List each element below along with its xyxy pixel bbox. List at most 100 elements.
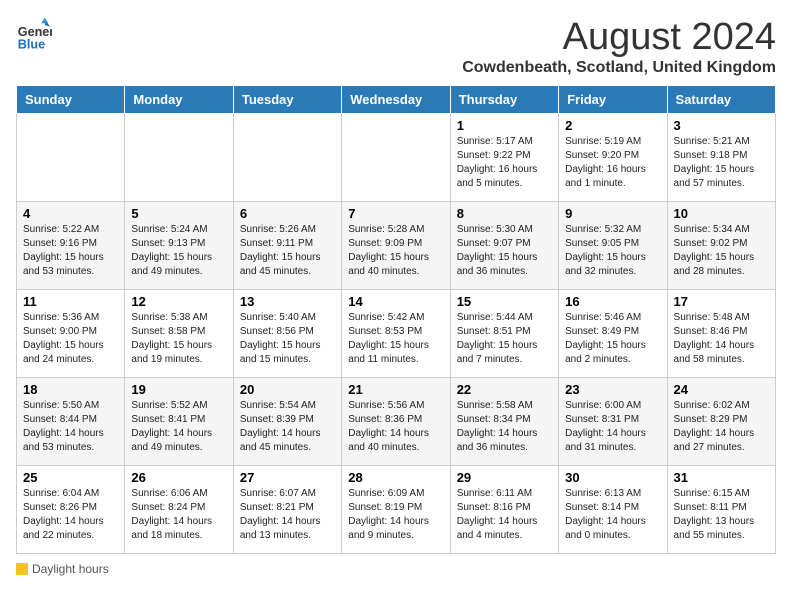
calendar-title: August 2024 bbox=[462, 16, 776, 59]
weekday-header-sunday: Sunday bbox=[17, 86, 125, 114]
calendar-cell: 10Sunrise: 5:34 AM Sunset: 9:02 PM Dayli… bbox=[667, 202, 775, 290]
logo: General Blue bbox=[16, 16, 52, 52]
day-number: 18 bbox=[23, 382, 118, 397]
calendar-cell: 24 Sunrise: 6:02 AM Sunset: 8:29 PM Dayli… bbox=[667, 378, 775, 466]
calendar-cell: 9 Sunrise: 5:32 AM Sunset: 9:05 PM Daylig… bbox=[559, 202, 667, 290]
calendar-cell bbox=[125, 114, 233, 202]
day-number: 8 bbox=[457, 206, 552, 221]
calendar-cell: 25 Sunrise: 6:04 AM Sunset: 8:26 PM Dayli… bbox=[17, 466, 125, 554]
day-number: 20 bbox=[240, 382, 335, 397]
calendar-cell: 4Sunrise: 5:22 AM Sunset: 9:16 PM Daylig… bbox=[17, 202, 125, 290]
day-number: 30 bbox=[565, 470, 660, 485]
day-number: 15 bbox=[457, 294, 552, 309]
calendar-header: SundayMondayTuesdayWednesdayThursdayFrid… bbox=[17, 86, 776, 114]
calendar-cell: 18 Sunrise: 5:50 AM Sunset: 8:44 PM Dayli… bbox=[17, 378, 125, 466]
day-number: 28 bbox=[348, 470, 443, 485]
day-info: Sunrise: 6:11 AM Sunset: 8:16 PM Dayligh… bbox=[457, 487, 552, 543]
legend-label: Daylight hours bbox=[32, 562, 109, 576]
day-number: 27 bbox=[240, 470, 335, 485]
day-info: Sunrise: 5:19 AM Sunset: 9:20 PM Dayligh… bbox=[565, 135, 660, 191]
day-number: 17 bbox=[674, 294, 769, 309]
calendar-cell: 6 Sunrise: 5:26 AM Sunset: 9:11 PM Daylig… bbox=[233, 202, 341, 290]
day-info: Sunrise: 6:04 AM Sunset: 8:26 PM Dayligh… bbox=[23, 487, 118, 543]
weekday-header-friday: Friday bbox=[559, 86, 667, 114]
day-number: 3 bbox=[674, 118, 769, 133]
day-number: 31 bbox=[674, 470, 769, 485]
weekday-header-wednesday: Wednesday bbox=[342, 86, 450, 114]
day-info: Sunrise: 5:36 AM Sunset: 9:00 PM Dayligh… bbox=[23, 311, 118, 367]
calendar-cell: 19 Sunrise: 5:52 AM Sunset: 8:41 PM Dayli… bbox=[125, 378, 233, 466]
day-info: Sunrise: 6:07 AM Sunset: 8:21 PM Dayligh… bbox=[240, 487, 335, 543]
day-number: 5 bbox=[131, 206, 226, 221]
calendar-cell: 1 Sunrise: 5:17 AM Sunset: 9:22 PM Daylig… bbox=[450, 114, 558, 202]
calendar-cell: 23Sunrise: 6:00 AM Sunset: 8:31 PM Dayli… bbox=[559, 378, 667, 466]
calendar-cell: 14Sunrise: 5:42 AM Sunset: 8:53 PM Dayli… bbox=[342, 290, 450, 378]
calendar-cell: 5 Sunrise: 5:24 AM Sunset: 9:13 PM Daylig… bbox=[125, 202, 233, 290]
calendar-cell: 29 Sunrise: 6:11 AM Sunset: 8:16 PM Dayli… bbox=[450, 466, 558, 554]
page-header: General Blue August 2024 Cowdenbeath, Sc… bbox=[16, 16, 776, 77]
day-number: 26 bbox=[131, 470, 226, 485]
calendar-cell: 16Sunrise: 5:46 AM Sunset: 8:49 PM Dayli… bbox=[559, 290, 667, 378]
calendar-week-4: 18 Sunrise: 5:50 AM Sunset: 8:44 PM Dayli… bbox=[17, 378, 776, 466]
day-info: Sunrise: 5:50 AM Sunset: 8:44 PM Dayligh… bbox=[23, 399, 118, 455]
calendar-cell: 15 Sunrise: 5:44 AM Sunset: 8:51 PM Dayli… bbox=[450, 290, 558, 378]
title-area: August 2024 Cowdenbeath, Scotland, Unite… bbox=[462, 16, 776, 77]
day-number: 10 bbox=[674, 206, 769, 221]
day-number: 6 bbox=[240, 206, 335, 221]
day-info: Sunrise: 5:58 AM Sunset: 8:34 PM Dayligh… bbox=[457, 399, 552, 455]
day-info: Sunrise: 5:26 AM Sunset: 9:11 PM Dayligh… bbox=[240, 223, 335, 279]
day-number: 11 bbox=[23, 294, 118, 309]
day-number: 29 bbox=[457, 470, 552, 485]
day-number: 24 bbox=[674, 382, 769, 397]
calendar-cell: 7 Sunrise: 5:28 AM Sunset: 9:09 PM Daylig… bbox=[342, 202, 450, 290]
day-info: Sunrise: 5:32 AM Sunset: 9:05 PM Dayligh… bbox=[565, 223, 660, 279]
calendar-week-2: 4Sunrise: 5:22 AM Sunset: 9:16 PM Daylig… bbox=[17, 202, 776, 290]
day-info: Sunrise: 5:28 AM Sunset: 9:09 PM Dayligh… bbox=[348, 223, 443, 279]
day-info: Sunrise: 5:44 AM Sunset: 8:51 PM Dayligh… bbox=[457, 311, 552, 367]
day-number: 12 bbox=[131, 294, 226, 309]
day-number: 1 bbox=[457, 118, 552, 133]
day-info: Sunrise: 5:52 AM Sunset: 8:41 PM Dayligh… bbox=[131, 399, 226, 455]
day-number: 25 bbox=[23, 470, 118, 485]
calendar-cell: 31Sunrise: 6:15 AM Sunset: 8:11 PM Dayli… bbox=[667, 466, 775, 554]
day-number: 7 bbox=[348, 206, 443, 221]
calendar-cell bbox=[233, 114, 341, 202]
weekday-header-monday: Monday bbox=[125, 86, 233, 114]
calendar-cell: 2Sunrise: 5:19 AM Sunset: 9:20 PM Daylig… bbox=[559, 114, 667, 202]
day-info: Sunrise: 5:22 AM Sunset: 9:16 PM Dayligh… bbox=[23, 223, 118, 279]
day-info: Sunrise: 5:38 AM Sunset: 8:58 PM Dayligh… bbox=[131, 311, 226, 367]
day-number: 22 bbox=[457, 382, 552, 397]
calendar-cell: 26Sunrise: 6:06 AM Sunset: 8:24 PM Dayli… bbox=[125, 466, 233, 554]
legend: Daylight hours bbox=[16, 562, 776, 578]
calendar-body: 1 Sunrise: 5:17 AM Sunset: 9:22 PM Daylig… bbox=[17, 114, 776, 554]
day-number: 9 bbox=[565, 206, 660, 221]
day-info: Sunrise: 6:00 AM Sunset: 8:31 PM Dayligh… bbox=[565, 399, 660, 455]
calendar-cell bbox=[342, 114, 450, 202]
day-info: Sunrise: 5:46 AM Sunset: 8:49 PM Dayligh… bbox=[565, 311, 660, 367]
day-info: Sunrise: 5:17 AM Sunset: 9:22 PM Dayligh… bbox=[457, 135, 552, 191]
day-info: Sunrise: 5:21 AM Sunset: 9:18 PM Dayligh… bbox=[674, 135, 769, 191]
weekday-header-tuesday: Tuesday bbox=[233, 86, 341, 114]
calendar-cell: 13Sunrise: 5:40 AM Sunset: 8:56 PM Dayli… bbox=[233, 290, 341, 378]
calendar-cell: 20Sunrise: 5:54 AM Sunset: 8:39 PM Dayli… bbox=[233, 378, 341, 466]
day-info: Sunrise: 5:24 AM Sunset: 9:13 PM Dayligh… bbox=[131, 223, 226, 279]
calendar-cell: 3 Sunrise: 5:21 AM Sunset: 9:18 PM Daylig… bbox=[667, 114, 775, 202]
day-info: Sunrise: 6:13 AM Sunset: 8:14 PM Dayligh… bbox=[565, 487, 660, 543]
weekday-header-saturday: Saturday bbox=[667, 86, 775, 114]
calendar-cell: 17Sunrise: 5:48 AM Sunset: 8:46 PM Dayli… bbox=[667, 290, 775, 378]
day-info: Sunrise: 6:09 AM Sunset: 8:19 PM Dayligh… bbox=[348, 487, 443, 543]
calendar-week-3: 11 Sunrise: 5:36 AM Sunset: 9:00 PM Dayli… bbox=[17, 290, 776, 378]
logo-icon: General Blue bbox=[16, 16, 52, 52]
calendar-cell: 27 Sunrise: 6:07 AM Sunset: 8:21 PM Dayli… bbox=[233, 466, 341, 554]
day-info: Sunrise: 5:56 AM Sunset: 8:36 PM Dayligh… bbox=[348, 399, 443, 455]
day-number: 19 bbox=[131, 382, 226, 397]
day-number: 14 bbox=[348, 294, 443, 309]
calendar-cell: 12 Sunrise: 5:38 AM Sunset: 8:58 PM Dayli… bbox=[125, 290, 233, 378]
day-info: Sunrise: 6:02 AM Sunset: 8:29 PM Dayligh… bbox=[674, 399, 769, 455]
day-info: Sunrise: 5:40 AM Sunset: 8:56 PM Dayligh… bbox=[240, 311, 335, 367]
weekday-header-thursday: Thursday bbox=[450, 86, 558, 114]
legend-box bbox=[16, 563, 28, 575]
calendar-cell: 22 Sunrise: 5:58 AM Sunset: 8:34 PM Dayli… bbox=[450, 378, 558, 466]
calendar-cell: 11 Sunrise: 5:36 AM Sunset: 9:00 PM Dayli… bbox=[17, 290, 125, 378]
calendar-cell: 28 Sunrise: 6:09 AM Sunset: 8:19 PM Dayli… bbox=[342, 466, 450, 554]
